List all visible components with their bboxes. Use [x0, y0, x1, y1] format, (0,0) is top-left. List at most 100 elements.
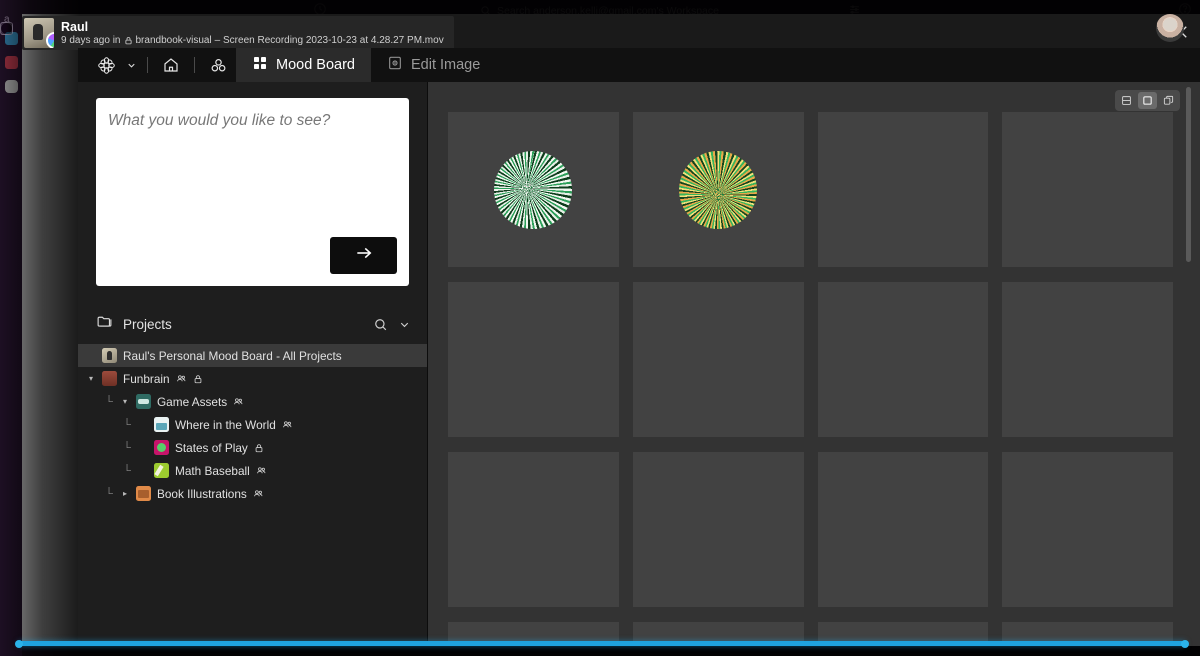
workspace-name: brandbook-visual [135, 34, 212, 46]
app-body: What you would you like to see? Projects… [78, 82, 1200, 646]
modal-header: Raul 9 days ago in brandbook-visual – Sc… [22, 14, 1200, 50]
image-tile[interactable] [817, 112, 989, 267]
home-icon[interactable] [154, 48, 188, 82]
chevron-down-icon[interactable] [398, 318, 411, 331]
gallery-scrollbar[interactable] [1186, 87, 1191, 638]
playback-progress-bar[interactable] [15, 639, 1189, 648]
left-panel: What you would you like to see? Projects… [78, 82, 428, 646]
tree-item[interactable]: └ States of Play [78, 436, 427, 459]
image-tile[interactable] [817, 282, 989, 437]
tree-item[interactable]: └ ▾ Game Assets [78, 390, 427, 413]
screen: Search anderson.kelli@gmail.com's Worksp… [0, 0, 1200, 656]
search-icon[interactable] [373, 317, 388, 332]
modal-left-shade [22, 14, 80, 646]
file-thumbnail [24, 18, 54, 48]
tab-mood-board[interactable]: Mood Board [236, 48, 371, 82]
media-modal: Raul 9 days ago in brandbook-visual – Sc… [22, 14, 1200, 646]
file-name: – Screen Recording 2023-10-23 at 4.28.27… [214, 34, 444, 46]
tree-elbow: └ [123, 464, 131, 477]
user-info-card: Raul 9 days ago in brandbook-visual – Sc… [22, 16, 454, 50]
file-time-ago: 9 days ago in [61, 34, 121, 46]
image-tile[interactable] [632, 112, 804, 267]
tree-item-thumbnail [154, 417, 169, 432]
prompt-placeholder: What you would you like to see? [108, 112, 331, 129]
tree-item[interactable]: Raul's Personal Mood Board - All Project… [78, 344, 427, 367]
chevron-right-icon[interactable]: ▸ [120, 489, 130, 498]
tab-mood-board-label: Mood Board [276, 56, 355, 73]
avatar[interactable] [1156, 14, 1184, 42]
tree-item-label: Game Assets [157, 394, 228, 409]
image-tile[interactable] [448, 452, 619, 607]
sidebar-icon-grey[interactable] [4, 80, 18, 93]
prompt-input[interactable]: What you would you like to see? [96, 98, 409, 286]
sidebar-icon-red[interactable] [4, 56, 18, 69]
background-sidebar [0, 22, 22, 656]
lock-icon [254, 443, 264, 453]
projects-tree: Raul's Personal Mood Board - All Project… [78, 342, 427, 505]
tree-item-thumbnail [154, 463, 169, 478]
tree-item[interactable]: └ ▸ Book Illustrations [78, 482, 427, 505]
flower-logo-icon[interactable] [88, 48, 125, 82]
people-icon [256, 465, 267, 476]
chevron-down-icon[interactable] [125, 48, 141, 82]
people-icon [233, 396, 244, 407]
tab-edit-image-label: Edit Image [411, 56, 481, 73]
image-tile[interactable] [632, 282, 804, 437]
tree-item-thumbnail [102, 371, 117, 386]
tree-item-label: States of Play [175, 440, 248, 455]
app-toolbar: Mood Board Edit Image [78, 48, 1200, 82]
tree-item[interactable]: └ Where in the World [78, 413, 427, 436]
projects-header: Projects [78, 306, 427, 342]
image-tile[interactable] [1002, 282, 1173, 437]
three-circles-icon[interactable] [201, 48, 236, 82]
user-name: Raul [61, 19, 89, 34]
chevron-down-icon[interactable]: ▾ [120, 397, 130, 406]
image-tile[interactable] [632, 452, 804, 607]
image-tile[interactable] [817, 452, 989, 607]
image-tile[interactable] [448, 112, 619, 267]
people-icon [176, 373, 187, 384]
tree-item-label: Funbrain [123, 371, 170, 386]
view-mode-toggle-group [1115, 90, 1180, 111]
gallery-panel [428, 82, 1200, 646]
lock-icon [124, 37, 132, 45]
sidebar-icon-selected[interactable] [4, 32, 18, 45]
tree-item[interactable]: └ Math Baseball [78, 459, 427, 482]
tree-item-label: Book Illustrations [157, 486, 247, 501]
tree-elbow: └ [123, 441, 131, 454]
tree-item-label: Math Baseball [175, 463, 250, 478]
stack-view-icon[interactable] [1159, 92, 1178, 109]
image-tile[interactable] [1002, 112, 1173, 267]
single-view-icon[interactable] [1138, 92, 1157, 109]
mood-board-app: Mood Board Edit Image What you would you… [78, 48, 1200, 646]
toolbar-divider-1 [147, 57, 148, 73]
prompt-submit-button[interactable] [330, 237, 397, 274]
gallery-scrollbar-thumb[interactable] [1186, 87, 1191, 262]
generated-image [494, 150, 573, 229]
people-icon [253, 488, 264, 499]
tab-edit-image[interactable]: Edit Image [371, 48, 496, 82]
tree-item[interactable]: ▾ Funbrain [78, 367, 427, 390]
tree-item-thumbnail [154, 440, 169, 455]
tree-item-label: Where in the World [175, 417, 276, 432]
background-edge-letter: a [4, 14, 10, 25]
chevron-down-icon[interactable]: ▾ [86, 374, 96, 383]
people-icon [282, 419, 293, 430]
tree-item-thumbnail [136, 394, 151, 409]
toolbar-divider-2 [194, 57, 195, 73]
projects-title: Projects [123, 316, 172, 332]
grid-icon [252, 55, 268, 75]
tree-item-thumbnail [136, 486, 151, 501]
lock-icon [193, 374, 203, 384]
image-tile[interactable] [1002, 452, 1173, 607]
app-badge-icon [46, 32, 54, 48]
image-tile[interactable] [448, 282, 619, 437]
arrow-right-icon [352, 243, 376, 268]
folder-icon [96, 313, 113, 335]
tree-item-thumbnail [102, 348, 117, 363]
list-view-icon[interactable] [1117, 92, 1136, 109]
image-icon [387, 55, 403, 75]
tree-elbow: └ [105, 487, 113, 500]
image-grid [448, 112, 1173, 646]
file-meta: 9 days ago in brandbook-visual – Screen … [61, 35, 444, 47]
